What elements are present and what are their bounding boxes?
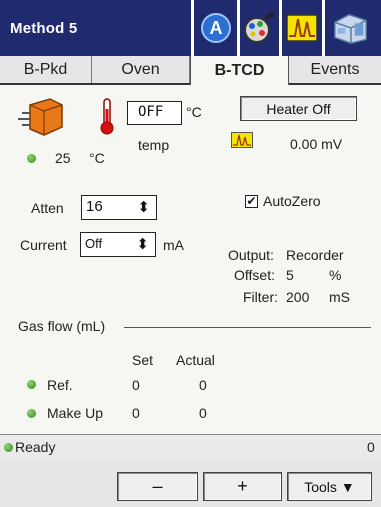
filter-value: 200 [286,289,310,305]
status-text: Ready [15,439,56,455]
status-bar: Ready 0 [0,434,381,460]
checkmark-icon: ✔ [246,194,257,208]
autozero-label: AutoZero [263,193,321,209]
signal-value: 0.00 mV [290,136,343,152]
offset-unit: % [329,267,342,283]
spinner-arrows-icon[interactable]: ⬍ [136,235,149,253]
tab-oven[interactable]: Oven [92,56,190,83]
tab-bar: B-Pkd Oven B-TCD Events [0,56,381,85]
svg-text:A: A [210,18,223,38]
signal-peak-icon[interactable] [283,8,321,48]
col-set-header: Set [132,352,154,368]
gas-row-set: 0 [132,405,140,421]
gas-flow-divider [124,327,371,328]
filter-label: Filter: [243,289,278,305]
temperature-status-led [27,154,36,163]
output-value: Recorder [286,247,344,263]
window-title: Method 5 [10,20,78,37]
gas-row-actual: 0 [199,405,207,421]
spinner-arrows-icon[interactable]: ⬍ [137,198,150,216]
title-separator [191,0,194,56]
tab-events[interactable]: Events [289,56,381,83]
gas-row-actual: 0 [199,377,207,393]
ref-status-led [27,380,36,389]
tools-menu-button[interactable]: Tools ▼ [287,472,372,501]
temperature-unit: °C [186,104,202,120]
gas-row-name: Make Up [47,405,104,421]
gas-row-set: 0 [132,377,140,393]
bottom-toolbar: – + Tools ▼ [0,459,381,507]
status-count: 0 [367,439,375,455]
app-window: Method 5 A B-Pkd Oven B-TCD Events OFF °… [0,0,381,507]
output-label: Output: [228,247,274,263]
ready-status-led [4,443,13,452]
atten-spinner[interactable]: 16 ⬍ [81,195,157,220]
offset-value: 5 [286,267,294,283]
tab-b-tcd[interactable]: B-TCD [190,56,289,85]
current-unit: mA [163,237,184,253]
autozero-checkbox[interactable]: ✔ [245,195,258,208]
instrument-icon[interactable] [332,8,370,48]
a-circle-icon[interactable]: A [197,8,235,48]
filter-unit: mS [329,289,350,305]
current-spinner[interactable]: Off ⬍ [80,232,156,257]
offset-label: Offset: [234,267,275,283]
detector-block-icon [16,97,64,142]
gas-row-name: Ref. [47,377,73,393]
title-separator [322,0,325,56]
title-separator [279,0,282,56]
current-value: Off [85,236,103,251]
gear-icon[interactable] [240,8,278,48]
actual-temperature: 25 [55,150,71,166]
current-label: Current [20,237,67,253]
plus-button[interactable]: + [203,472,282,501]
minus-button[interactable]: – [117,472,198,501]
thermometer-icon [99,97,115,138]
dropdown-arrow-icon: ▼ [340,478,355,495]
atten-value: 16 [86,198,103,215]
col-actual-header: Actual [176,352,215,368]
tab-b-pkd[interactable]: B-Pkd [0,56,92,83]
signal-peak-icon [231,132,253,151]
title-bar: Method 5 A [0,0,381,56]
heater-off-button[interactable]: Heater Off [240,96,357,121]
makeup-status-led [27,409,36,418]
temperature-label: temp [138,137,170,153]
gas-flow-heading: Gas flow (mL) [18,318,106,334]
atten-label: Atten [31,200,64,216]
temperature-setpoint-field[interactable]: OFF [127,101,182,125]
actual-temperature-unit: °C [89,150,105,166]
